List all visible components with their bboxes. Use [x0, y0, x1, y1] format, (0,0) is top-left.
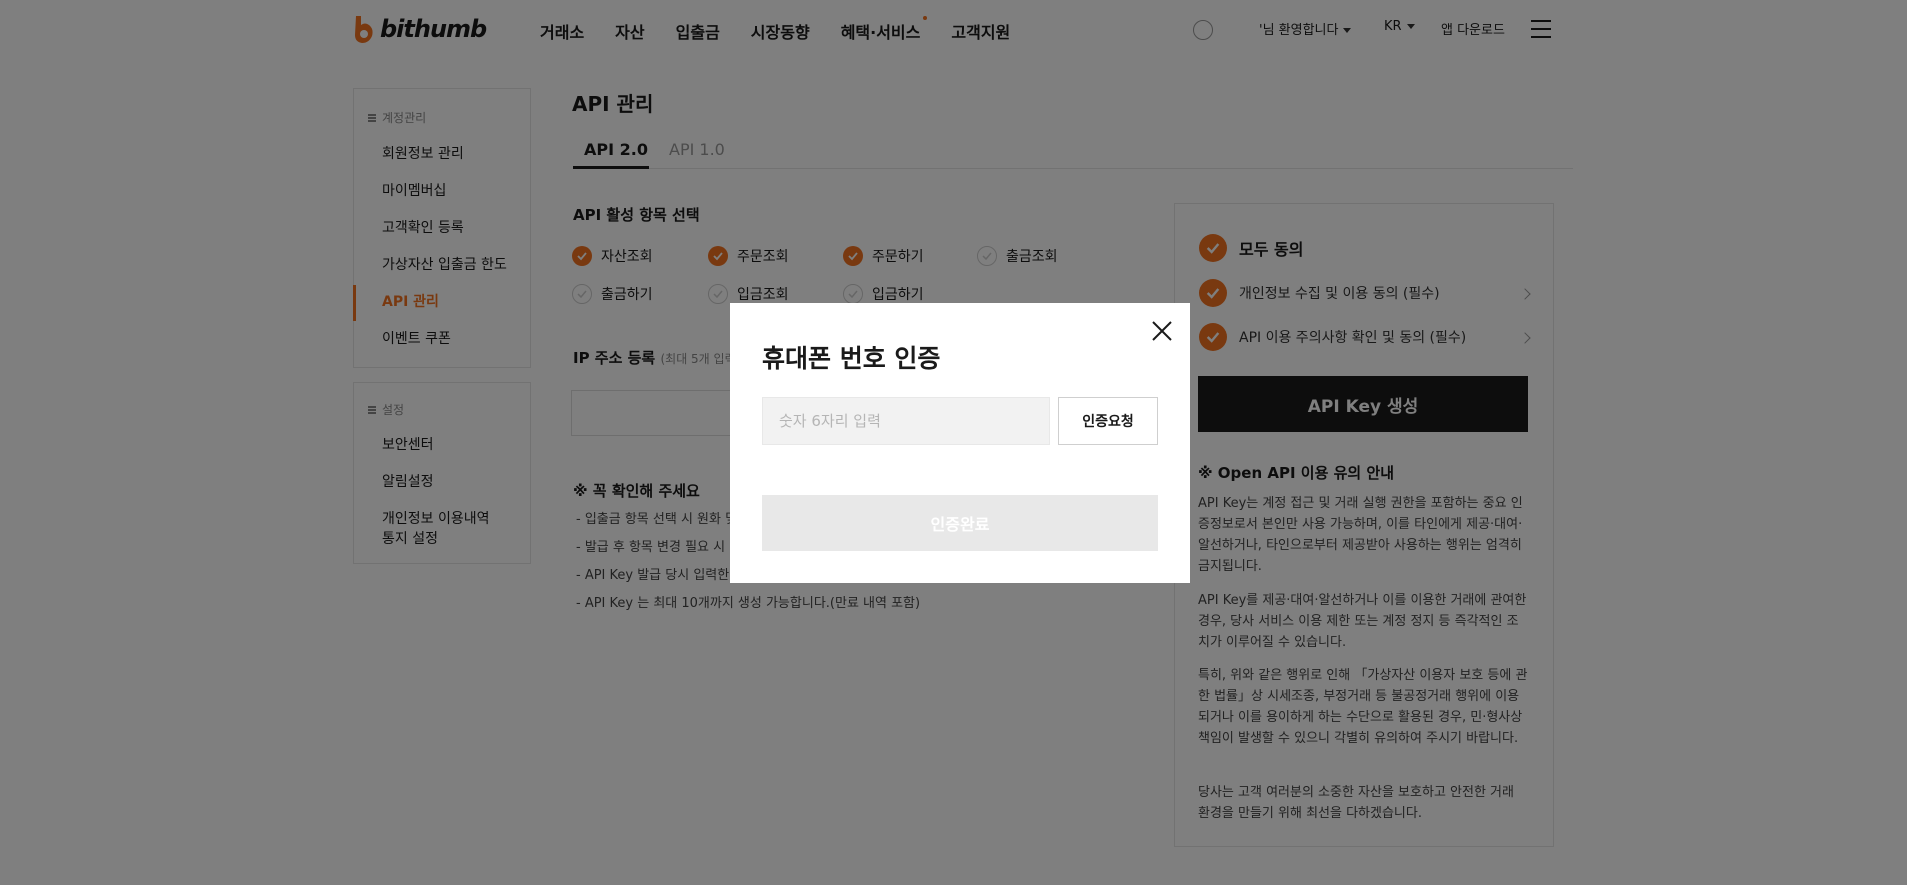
- phone-verification-modal: 휴대폰 번호 인증 인증요청 인증완료: [730, 303, 1190, 583]
- complete-verification-button[interactable]: 인증완료: [762, 495, 1158, 551]
- request-verification-button[interactable]: 인증요청: [1058, 397, 1158, 445]
- modal-title: 휴대폰 번호 인증: [762, 344, 941, 373]
- verification-code-input[interactable]: [762, 397, 1050, 445]
- close-icon[interactable]: [1150, 319, 1174, 343]
- page: bithumb 거래소 자산 입출금 시장동향 혜택·서비스 고객지원 '님 환…: [0, 0, 1907, 885]
